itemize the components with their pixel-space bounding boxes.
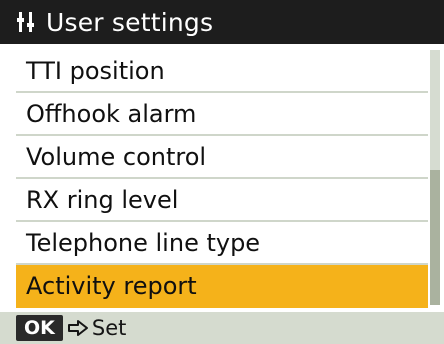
menu-item-telephone-line-type[interactable]: Telephone line type [16,222,428,265]
scrollbar[interactable] [430,50,440,305]
footer-hint-bar: OK Set [0,312,444,344]
title-bar: User settings [0,0,444,44]
page-title: User settings [46,7,214,37]
menu-item-rx-ring-level[interactable]: RX ring level [16,179,428,222]
settings-sliders-icon [14,8,42,36]
scrollbar-thumb[interactable] [430,170,440,305]
arrow-right-icon [67,319,89,337]
menu-item-activity-report[interactable]: Activity report [16,265,428,308]
set-label: Set [91,316,127,340]
menu-item-tti-position[interactable]: TTI position [16,50,428,93]
ok-button[interactable]: OK [16,315,63,341]
menu-item-offhook-alarm[interactable]: Offhook alarm [16,93,428,136]
settings-menu: TTI position Offhook alarm Volume contro… [16,50,428,308]
menu-item-volume-control[interactable]: Volume control [16,136,428,179]
